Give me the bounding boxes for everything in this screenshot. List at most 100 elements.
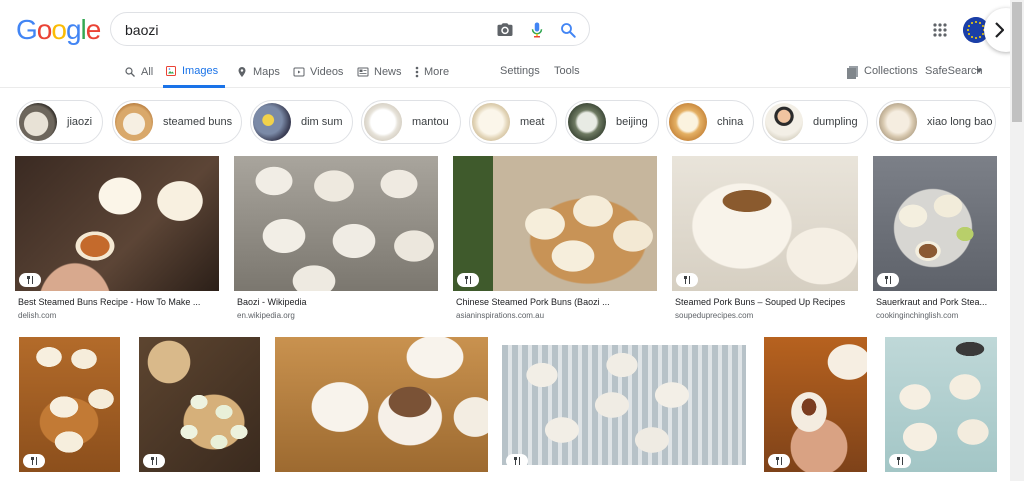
result-title: Sauerkraut and Pork Stea... — [876, 297, 988, 307]
microphone-icon[interactable] — [528, 21, 546, 39]
result-title: Chinese Steamed Pork Buns (Baozi ... — [456, 297, 610, 307]
google-logo[interactable]: Google — [16, 14, 102, 46]
settings-link[interactable]: Settings — [500, 65, 540, 77]
search-icon[interactable] — [559, 21, 577, 39]
apps-grid-icon[interactable] — [933, 23, 947, 37]
utensils-icon — [151, 457, 157, 465]
utensils-icon — [684, 276, 690, 284]
tab-label: More — [424, 66, 450, 78]
chip-thumbnail — [253, 103, 291, 141]
chip-thumbnail — [472, 103, 510, 141]
chip-thumbnail — [765, 103, 803, 141]
tools-link[interactable]: Tools — [554, 65, 580, 77]
tab-label: News — [374, 66, 402, 78]
chip-mantou[interactable]: mantou — [361, 100, 461, 144]
image-result[interactable] — [885, 337, 997, 472]
image-result[interactable]: Best Steamed Buns Recipe - How To Make .… — [15, 156, 219, 326]
search-input[interactable] — [125, 20, 485, 40]
safesearch-link[interactable]: SafeSearch — [925, 65, 982, 77]
chip-dumpling[interactable]: dumpling — [762, 100, 868, 144]
chip-label: dumpling — [813, 116, 858, 128]
image-result[interactable]: Baozi - Wikipedia en.wikipedia.org — [234, 156, 438, 326]
result-source: soupeduprecipes.com — [675, 311, 754, 320]
search-box[interactable] — [110, 12, 590, 46]
image-result[interactable] — [275, 337, 488, 472]
logo-letter: g — [65, 14, 82, 45]
recipe-badge — [877, 273, 899, 287]
utensils-icon — [27, 276, 33, 284]
more-vert-icon — [415, 66, 419, 78]
result-source: cookinginchinglish.com — [876, 311, 959, 320]
image-result[interactable] — [502, 345, 746, 468]
camera-icon[interactable] — [496, 21, 514, 39]
tab-images[interactable]: Images — [163, 56, 225, 88]
logo-letter: G — [16, 14, 38, 45]
image-thumbnail — [502, 345, 746, 465]
chip-steamed-buns[interactable]: steamed buns — [112, 100, 242, 144]
chip-jiaozi[interactable]: jiaozi — [16, 100, 103, 144]
image-thumbnail — [15, 156, 219, 291]
recipe-badge — [676, 273, 698, 287]
tab-label: Images — [182, 64, 219, 77]
chip-label: china — [717, 116, 744, 128]
image-thumbnail — [139, 337, 260, 472]
chevron-down-icon — [976, 69, 982, 73]
chip-thumbnail — [669, 103, 707, 141]
recipe-badge — [768, 454, 790, 468]
chip-beijing[interactable]: beijing — [565, 100, 659, 144]
tab-all[interactable]: All — [124, 56, 153, 88]
chip-label: meat — [520, 116, 545, 128]
image-thumbnail — [275, 337, 488, 472]
scrollbar-thumb[interactable] — [1012, 2, 1022, 122]
tab-videos[interactable]: Videos — [293, 56, 343, 88]
logo-letter: e — [85, 14, 102, 45]
chip-dim-sum[interactable]: dim sum — [250, 100, 353, 144]
image-result[interactable] — [764, 337, 867, 472]
image-thumbnail — [764, 337, 867, 472]
collections-bookmark-icon[interactable] — [847, 66, 859, 79]
news-icon — [357, 67, 369, 77]
recipe-badge — [506, 454, 528, 468]
chip-china[interactable]: china — [666, 100, 754, 144]
recipe-badge — [889, 454, 911, 468]
image-result[interactable] — [139, 337, 260, 472]
recipe-badge — [19, 273, 41, 287]
tab-maps[interactable]: Maps — [236, 56, 280, 88]
image-result[interactable] — [19, 337, 120, 472]
chip-thumbnail — [568, 103, 606, 141]
chip-label: dim sum — [301, 116, 343, 128]
image-thumbnail — [234, 156, 438, 291]
image-result[interactable]: Chinese Steamed Pork Buns (Baozi ... asi… — [453, 156, 657, 326]
image-thumbnail — [885, 337, 997, 472]
chip-label: jiaozi — [67, 116, 93, 128]
logo-letter: o — [36, 14, 53, 45]
chip-label: xiao long bao — [927, 116, 993, 128]
chip-label: steamed buns — [163, 116, 233, 128]
collections-link[interactable]: Collections — [864, 65, 918, 77]
recipe-badge — [23, 454, 45, 468]
result-title: Steamed Pork Buns – Souped Up Recipes — [675, 297, 846, 307]
utensils-icon — [514, 457, 520, 465]
chevron-right-icon — [995, 22, 1004, 38]
chip-thumbnail — [115, 103, 153, 141]
image-thumbnail — [453, 156, 657, 291]
utensils-icon — [885, 276, 891, 284]
search-icon — [125, 67, 135, 77]
play-icon — [293, 67, 305, 77]
utensils-icon — [31, 457, 37, 465]
tab-news[interactable]: News — [357, 56, 402, 88]
recipe-badge — [143, 454, 165, 468]
chip-meat[interactable]: meat — [469, 100, 557, 144]
chip-label: mantou — [412, 116, 449, 128]
image-result[interactable]: Sauerkraut and Pork Stea... cookinginchi… — [873, 156, 997, 326]
result-title: Baozi - Wikipedia — [237, 297, 307, 307]
related-searches-chips: jiaozi steamed buns dim sum mantou meat … — [0, 92, 1010, 152]
recipe-badge — [457, 273, 479, 287]
utensils-icon — [465, 276, 471, 284]
result-source: asianinspirations.com.au — [456, 311, 545, 320]
image-result[interactable]: Steamed Pork Buns – Souped Up Recipes so… — [672, 156, 858, 326]
logo-letter: o — [51, 14, 67, 45]
chip-xiao-long-bao[interactable]: xiao long bao — [876, 100, 996, 144]
images-icon — [166, 65, 176, 76]
tab-more[interactable]: More — [415, 56, 449, 88]
